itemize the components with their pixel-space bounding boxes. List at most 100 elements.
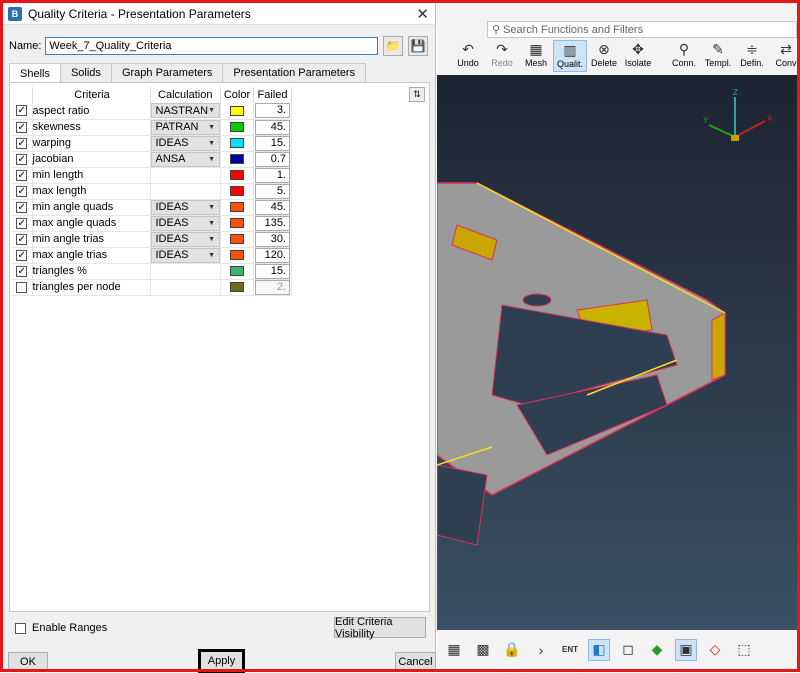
tab-presentation-parameters[interactable]: Presentation Parameters (222, 63, 367, 82)
save-icon[interactable]: 💾 (408, 36, 429, 56)
table-row[interactable]: ✓ triangles % 15. (12, 263, 292, 280)
open-folder-icon[interactable]: 📁 (383, 36, 404, 56)
table-row[interactable]: ✓ aspect ratio NASTRAN ▼ 3. (12, 103, 292, 120)
failed-value-input[interactable]: 3. (255, 103, 290, 119)
tool-conn[interactable]: ⚲ Conn. (667, 40, 701, 72)
tool-undo[interactable]: ↶ Undo (451, 40, 485, 72)
grid-icon[interactable]: ▦ (443, 639, 465, 661)
header-criteria[interactable]: Criteria (32, 87, 151, 103)
sort-icon[interactable]: ⇅ (409, 87, 425, 102)
name-input[interactable] (45, 37, 379, 55)
tool-isolate[interactable]: ✥ Isolate (621, 40, 655, 72)
mesh-cube-icon[interactable]: ▣ (675, 638, 697, 661)
row-checkbox[interactable]: ✓ (16, 153, 28, 165)
dark-grid-icon[interactable]: ▩ (472, 639, 494, 661)
table-row[interactable]: triangles per node 2. (12, 279, 292, 296)
apply-button[interactable]: Apply (198, 649, 245, 673)
row-checkbox[interactable]: ✓ (16, 233, 28, 245)
failed-value-input[interactable]: 15. (255, 135, 290, 151)
table-row[interactable]: ✓ max length 5. (12, 183, 292, 200)
row-checkbox[interactable]: ✓ (16, 137, 28, 149)
calculation-dropdown[interactable]: NASTRAN ▼ (150, 103, 220, 119)
tab-graph-parameters[interactable]: Graph Parameters (110, 63, 224, 82)
color-swatch[interactable] (230, 105, 244, 116)
cancel-button[interactable]: Cancel (395, 652, 436, 671)
color-swatch[interactable] (230, 122, 244, 133)
table-row[interactable]: ✓ max angle trias IDEAS ▼ 120. (12, 247, 292, 264)
colored-cube-icon[interactable]: ◆ (646, 639, 668, 661)
wire-cube-icon[interactable]: ◻ (617, 639, 639, 661)
failed-value-input[interactable]: 135. (255, 215, 290, 231)
failed-value-input[interactable]: 1. (255, 167, 290, 183)
chevron-right-icon[interactable]: › (530, 639, 552, 661)
entity-icon[interactable]: ENT (559, 639, 581, 661)
calculation-dropdown[interactable]: IDEAS ▼ (150, 215, 220, 231)
tool-qualit[interactable]: ▥ Qualit. (553, 40, 587, 72)
search-functions-input[interactable]: ⚲ Search Functions and Filters (487, 21, 797, 38)
row-checkbox[interactable] (16, 281, 28, 293)
row-checkbox[interactable]: ✓ (16, 217, 28, 229)
header-calculation[interactable]: Calculation (150, 87, 221, 103)
chevron-down-icon: ▼ (208, 139, 215, 147)
row-checkbox[interactable]: ✓ (16, 201, 28, 213)
row-checkbox[interactable]: ✓ (16, 265, 28, 277)
red-cube-icon[interactable]: ◇ (704, 639, 726, 661)
edit-criteria-visibility-button[interactable]: Edit Criteria Visibility (334, 616, 426, 640)
enable-ranges-checkbox[interactable] (15, 622, 26, 634)
row-checkbox[interactable]: ✓ (16, 185, 28, 197)
calculation-value: ANSA (155, 153, 186, 165)
calculation-dropdown[interactable]: IDEAS ▼ (150, 135, 220, 151)
failed-value-input[interactable]: 120. (255, 247, 290, 263)
calculation-dropdown[interactable]: IDEAS ▼ (150, 199, 220, 215)
color-swatch[interactable] (230, 186, 244, 197)
color-swatch[interactable] (230, 282, 244, 293)
3d-viewport[interactable]: Z X Y (436, 75, 797, 630)
row-checkbox[interactable]: ✓ (16, 169, 28, 181)
color-swatch[interactable] (230, 154, 244, 165)
view-cube-icon[interactable]: ⬚ (733, 639, 755, 661)
failed-value-input[interactable]: 5. (255, 183, 290, 199)
table-row[interactable]: ✓ warping IDEAS ▼ 15. (12, 135, 292, 152)
lock-icon[interactable]: 🔒 (501, 639, 523, 661)
failed-value-input[interactable]: 30. (255, 231, 290, 247)
color-swatch[interactable] (230, 138, 244, 149)
color-swatch[interactable] (230, 170, 244, 181)
failed-value-input[interactable]: 15. (255, 263, 290, 279)
table-row[interactable]: ✓ min angle trias IDEAS ▼ 30. (12, 231, 292, 248)
tab-shells[interactable]: Shells (9, 63, 61, 83)
table-row[interactable]: ✓ max angle quads IDEAS ▼ 135. (12, 215, 292, 232)
header-color[interactable]: Color (220, 87, 254, 103)
row-checkbox[interactable]: ✓ (16, 249, 28, 261)
calculation-dropdown[interactable]: IDEAS ▼ (150, 247, 220, 263)
color-swatch[interactable] (230, 202, 244, 213)
color-swatch[interactable] (230, 250, 244, 261)
row-checkbox[interactable]: ✓ (16, 121, 28, 133)
table-row[interactable]: ✓ skewness PATRAN ▼ 45. (12, 119, 292, 136)
enable-ranges-option[interactable]: Enable Ranges (15, 622, 107, 634)
header-failed[interactable]: Failed (253, 87, 292, 103)
tool-delete[interactable]: ⊗ Delete (587, 40, 621, 72)
row-checkbox[interactable]: ✓ (16, 105, 28, 117)
failed-value-input[interactable]: 0.7 (255, 151, 290, 167)
failed-value-input[interactable]: 45. (255, 199, 290, 215)
close-icon[interactable]: ✕ (416, 5, 429, 23)
table-row[interactable]: ✓ min angle quads IDEAS ▼ 45. (12, 199, 292, 216)
calculation-dropdown[interactable]: ANSA ▼ (150, 151, 220, 167)
tool-redo[interactable]: ↷ Redo (485, 40, 519, 72)
table-row[interactable]: ✓ min length 1. (12, 167, 292, 184)
tool-conv[interactable]: ⇄ Conv (769, 40, 800, 72)
tool-templ[interactable]: ✎ Templ. (701, 40, 735, 72)
table-row[interactable]: ✓ jacobian ANSA ▼ 0.7 (12, 151, 292, 168)
color-swatch[interactable] (230, 218, 244, 229)
color-swatch[interactable] (230, 266, 244, 277)
calculation-dropdown[interactable]: PATRAN ▼ (150, 119, 220, 135)
tool-defin[interactable]: ≑ Defin. (735, 40, 769, 72)
failed-value-input[interactable]: 45. (255, 119, 290, 135)
tool-mesh[interactable]: ▦ Mesh (519, 40, 553, 72)
tab-solids[interactable]: Solids (59, 63, 112, 82)
solid-cube-icon[interactable]: ◧ (588, 638, 610, 661)
ok-button[interactable]: OK (8, 652, 48, 671)
failed-value-input[interactable]: 2. (255, 279, 290, 295)
color-swatch[interactable] (230, 234, 244, 245)
calculation-dropdown[interactable]: IDEAS ▼ (150, 231, 220, 247)
